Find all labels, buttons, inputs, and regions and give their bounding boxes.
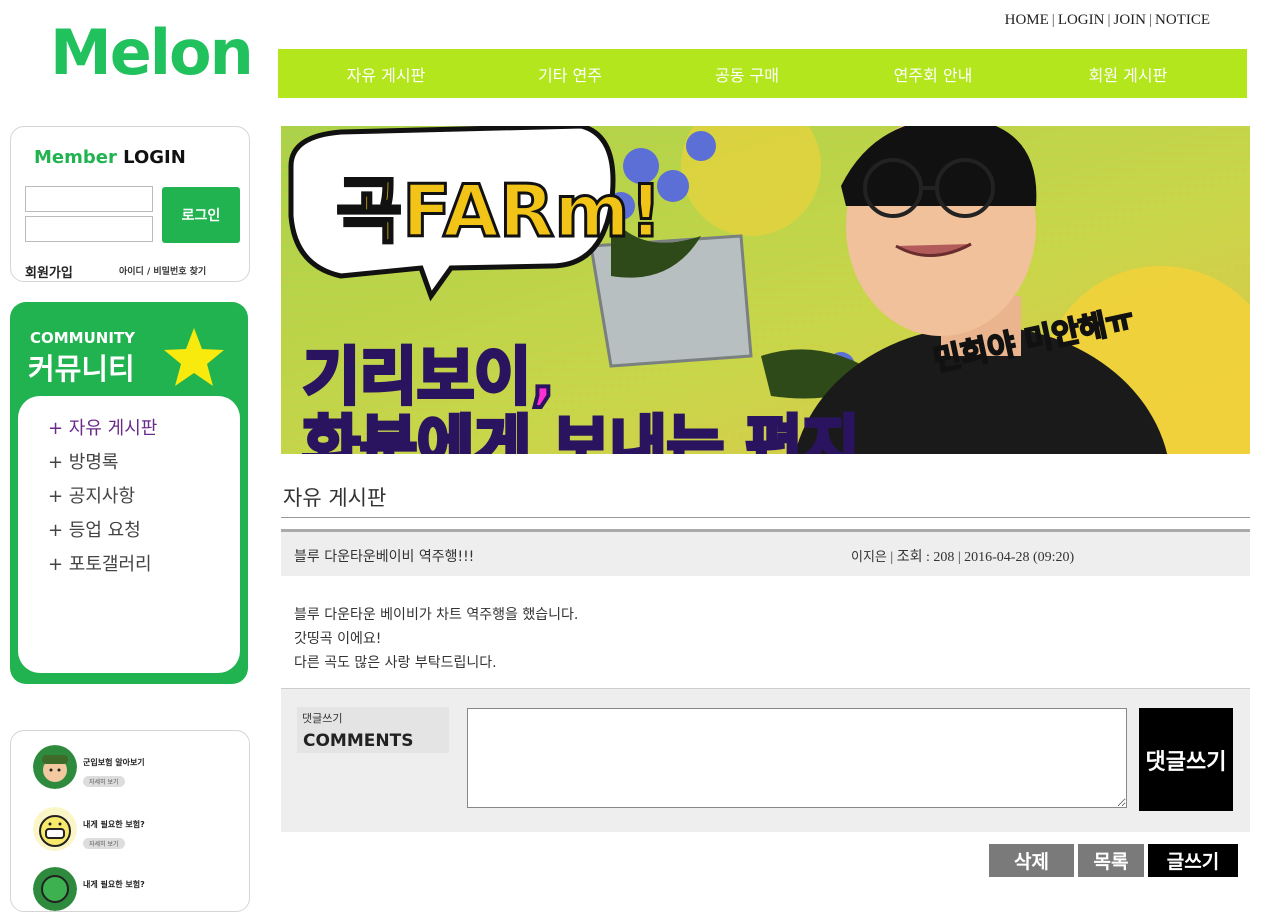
post-body-line: 갓띵곡 이에요!	[294, 631, 382, 647]
community-panel: COMMUNITY 커뮤니티 + 자유 게시판 + 방명록 + 공지사항 + 등…	[10, 302, 248, 684]
home-link[interactable]: HOME	[1005, 12, 1049, 28]
side-banner-item[interactable]: 군입보험 알아보기 자세히 보기	[33, 745, 145, 789]
post-author: 이지은	[851, 550, 887, 565]
nav-member-board[interactable]: 회원 게시판	[1018, 49, 1238, 98]
join-link[interactable]: 회원가입	[25, 262, 73, 281]
hero-caption-line2: 화분에게 보내는 편지	[303, 408, 860, 454]
soldier-avatar-icon	[33, 745, 77, 789]
side-banner-more[interactable]: 자세히 보기	[83, 776, 125, 787]
hero-banner[interactable]: 곡FARm! 민희야 미안해ㅠ 기리보이, 화분에게 보내는 편지	[281, 126, 1250, 454]
password-input[interactable]	[25, 216, 153, 242]
comment-label: 댓글쓰기 COMMENTS	[297, 707, 449, 753]
login-button[interactable]: 로그인	[162, 187, 240, 243]
separator: |	[1051, 12, 1055, 28]
post-body-line: 다른 곡도 많은 사랑 부탁드립니다.	[294, 655, 497, 671]
smile-avatar-icon	[33, 807, 77, 851]
community-item-guestbook[interactable]: + 방명록	[48, 446, 157, 480]
community-title-en: COMMUNITY	[30, 329, 136, 347]
comment-label-en: COMMENTS	[303, 731, 414, 751]
login-title-login: LOGIN	[123, 147, 186, 168]
post-title: 블루 다운타운베이비 역주행!!!	[294, 549, 475, 565]
community-menu: + 자유 게시판 + 방명록 + 공지사항 + 등업 요청 + 포토갤러리	[18, 396, 240, 673]
comment-submit-button[interactable]: 댓글쓰기	[1139, 708, 1233, 811]
community-item-notice[interactable]: + 공지사항	[48, 480, 157, 514]
side-banner-title: 내게 필요한 보험?	[83, 880, 145, 889]
community-item-photo[interactable]: + 포토갤러리	[48, 548, 157, 582]
side-banner-item[interactable]: 내게 필요한 보험? 자세히 보기	[33, 807, 145, 851]
notice-link[interactable]: NOTICE	[1155, 12, 1210, 28]
post-meta: 이지은 | 조회 : 208 | 2016-04-28 (09:20)	[851, 546, 1074, 566]
green-avatar-icon	[33, 867, 77, 911]
login-link[interactable]: LOGIN	[1058, 12, 1105, 28]
divider	[281, 517, 1250, 518]
side-banner-more[interactable]: 자세히 보기	[83, 838, 125, 849]
melon-logo[interactable]: Melon	[50, 22, 254, 84]
hero-bubble-text: 곡FARm!	[336, 169, 662, 253]
post-views-date: | 조회 : 208 | 2016-04-28 (09:20)	[890, 550, 1075, 565]
post-header: 블루 다운타운베이비 역주행!!! 이지은 | 조회 : 208 | 2016-…	[281, 532, 1250, 576]
top-links: HOME | LOGIN | JOIN | NOTICE	[980, 12, 1210, 29]
board-title: 자유 게시판	[283, 486, 387, 510]
nav-guitar[interactable]: 기타 연주	[494, 49, 646, 98]
separator: |	[1148, 12, 1152, 28]
community-item-free-board[interactable]: + 자유 게시판	[48, 412, 157, 446]
delete-button[interactable]: 삭제	[989, 844, 1074, 877]
list-button[interactable]: 목록	[1078, 844, 1144, 877]
post-body: 블루 다운타운 베이비가 차트 역주행을 했습니다. 갓띵곡 이에요! 다른 곡…	[294, 603, 578, 675]
nav-concert[interactable]: 연주회 안내	[848, 49, 1018, 98]
login-box: Member LOGIN 로그인 회원가입 아이디 / 비밀번호 찾기	[10, 126, 250, 282]
post-body-line: 블루 다운타운 베이비가 차트 역주행을 했습니다.	[294, 607, 579, 623]
side-banner-title: 내게 필요한 보험?	[83, 820, 145, 829]
main-nav: 자유 게시판 기타 연주 공동 구매 연주회 안내 회원 게시판	[278, 49, 1247, 98]
community-item-levelup[interactable]: + 등업 요청	[48, 514, 157, 548]
comment-area: 댓글쓰기 COMMENTS 댓글쓰기	[281, 688, 1250, 832]
nav-free-board[interactable]: 자유 게시판	[278, 49, 494, 98]
login-title-member: Member	[34, 147, 117, 168]
comment-label-ko: 댓글쓰기	[302, 712, 343, 725]
side-banner-box: 군입보험 알아보기 자세히 보기 내게 필요한 보험? 자세히 보기 내게 필요…	[10, 730, 250, 912]
star-icon	[164, 328, 224, 386]
side-banner-title: 군입보험 알아보기	[83, 758, 145, 767]
side-banner-item[interactable]: 내게 필요한 보험?	[33, 867, 145, 911]
write-button[interactable]: 글쓰기	[1148, 844, 1238, 877]
find-account-link[interactable]: 아이디 / 비밀번호 찾기	[119, 264, 206, 277]
hero-image: 곡FARm! 민희야 미안해ㅠ 기리보이, 화분에게 보내는 편지	[281, 126, 1250, 454]
community-title-ko: 커뮤니티	[28, 352, 135, 386]
login-title: Member LOGIN	[34, 147, 186, 168]
nav-group-buy[interactable]: 공동 구매	[646, 49, 848, 98]
id-input[interactable]	[25, 186, 153, 212]
join-link[interactable]: JOIN	[1113, 12, 1146, 28]
comment-input[interactable]	[467, 708, 1127, 808]
hero-caption-line1: 기리보이,	[303, 340, 555, 413]
